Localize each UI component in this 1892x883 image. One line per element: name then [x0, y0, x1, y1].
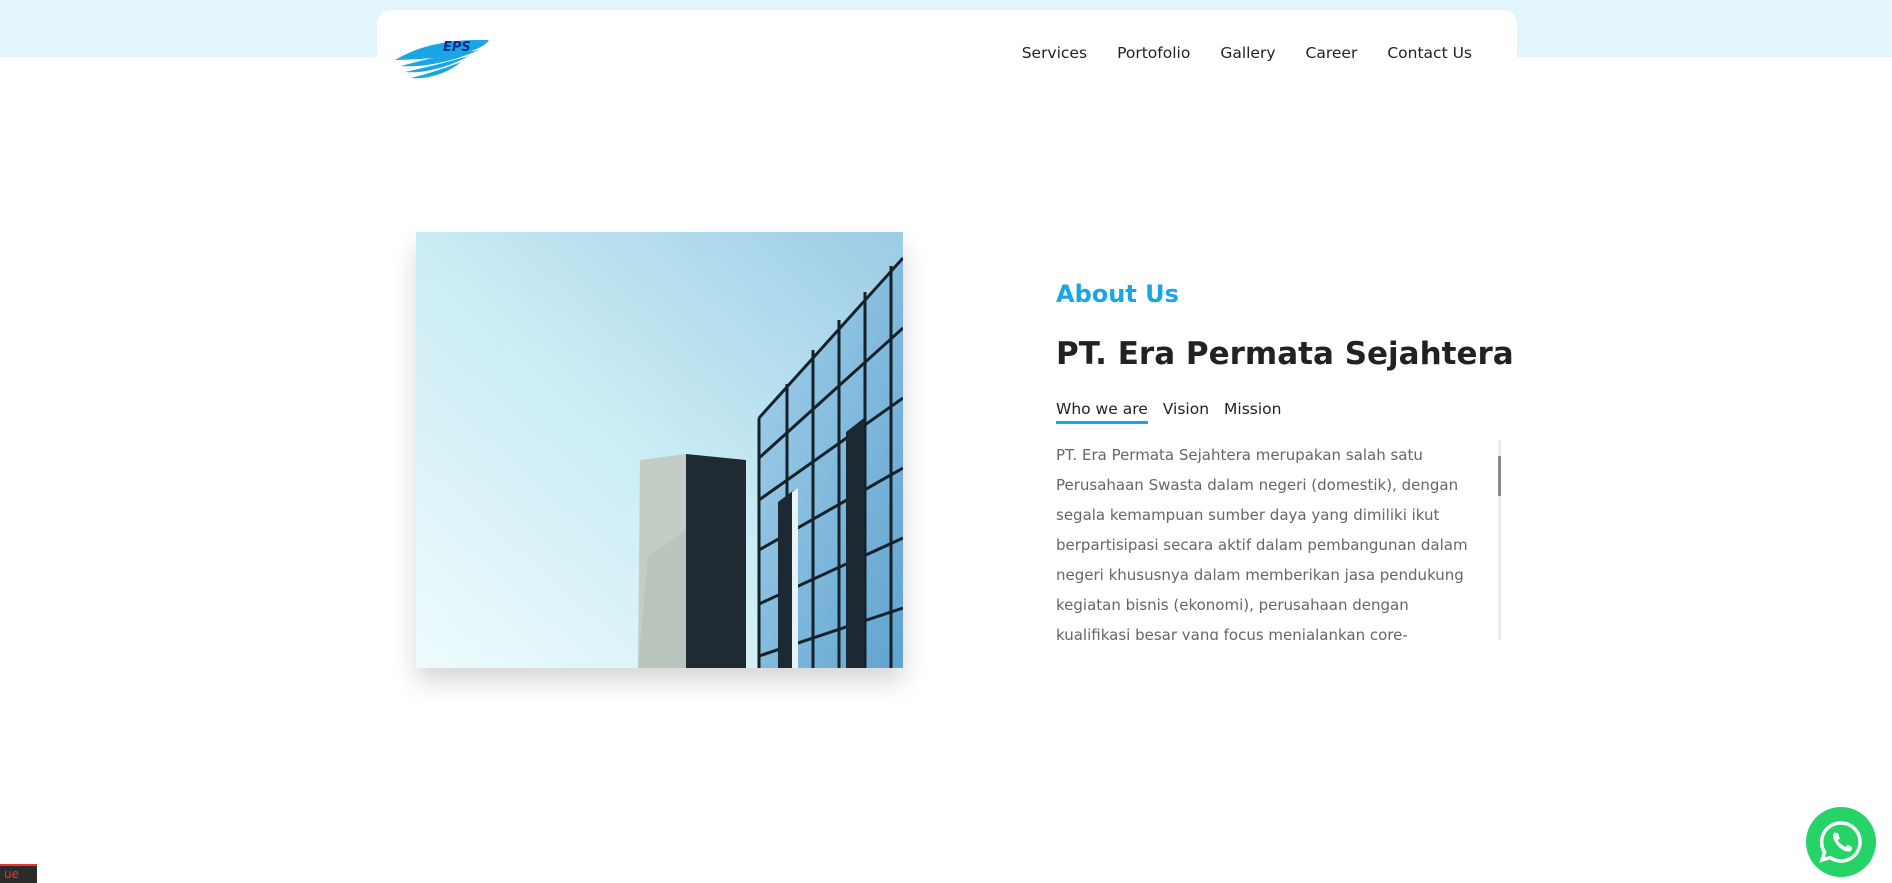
content-scrollbar[interactable]	[1498, 440, 1501, 640]
whatsapp-button[interactable]	[1806, 807, 1876, 877]
about-label: About Us	[1056, 280, 1179, 308]
building-photo	[416, 232, 903, 668]
whatsapp-icon	[1819, 821, 1862, 863]
eps-logo: EPS	[395, 39, 489, 79]
navbar: EPS Services Portofolio Gallery Career C…	[377, 10, 1517, 98]
corner-badge: ue	[0, 864, 37, 883]
main-nav: Services Portofolio Gallery Career Conta…	[992, 44, 1472, 62]
tab-mission[interactable]: Mission	[1224, 400, 1281, 424]
logo-link[interactable]: EPS	[391, 26, 495, 82]
tab-who-we-are[interactable]: Who we are	[1056, 400, 1148, 424]
nav-career[interactable]: Career	[1306, 44, 1358, 62]
company-title: PT. Era Permata Sejahtera	[1056, 336, 1514, 372]
nav-contact-us[interactable]: Contact Us	[1387, 44, 1472, 62]
about-tabs: Who we are Vision Mission	[1056, 400, 1297, 424]
tab-vision[interactable]: Vision	[1163, 400, 1209, 424]
logo-text: EPS	[443, 40, 471, 55]
nav-gallery[interactable]: Gallery	[1220, 44, 1275, 62]
about-content[interactable]: PT. Era Permata Sejahtera merupakan sala…	[1056, 440, 1501, 640]
nav-services[interactable]: Services	[1022, 44, 1087, 62]
nav-portofolio[interactable]: Portofolio	[1117, 44, 1190, 62]
about-text: PT. Era Permata Sejahtera merupakan sala…	[1056, 446, 1468, 640]
scrollbar-thumb[interactable]	[1498, 456, 1501, 496]
